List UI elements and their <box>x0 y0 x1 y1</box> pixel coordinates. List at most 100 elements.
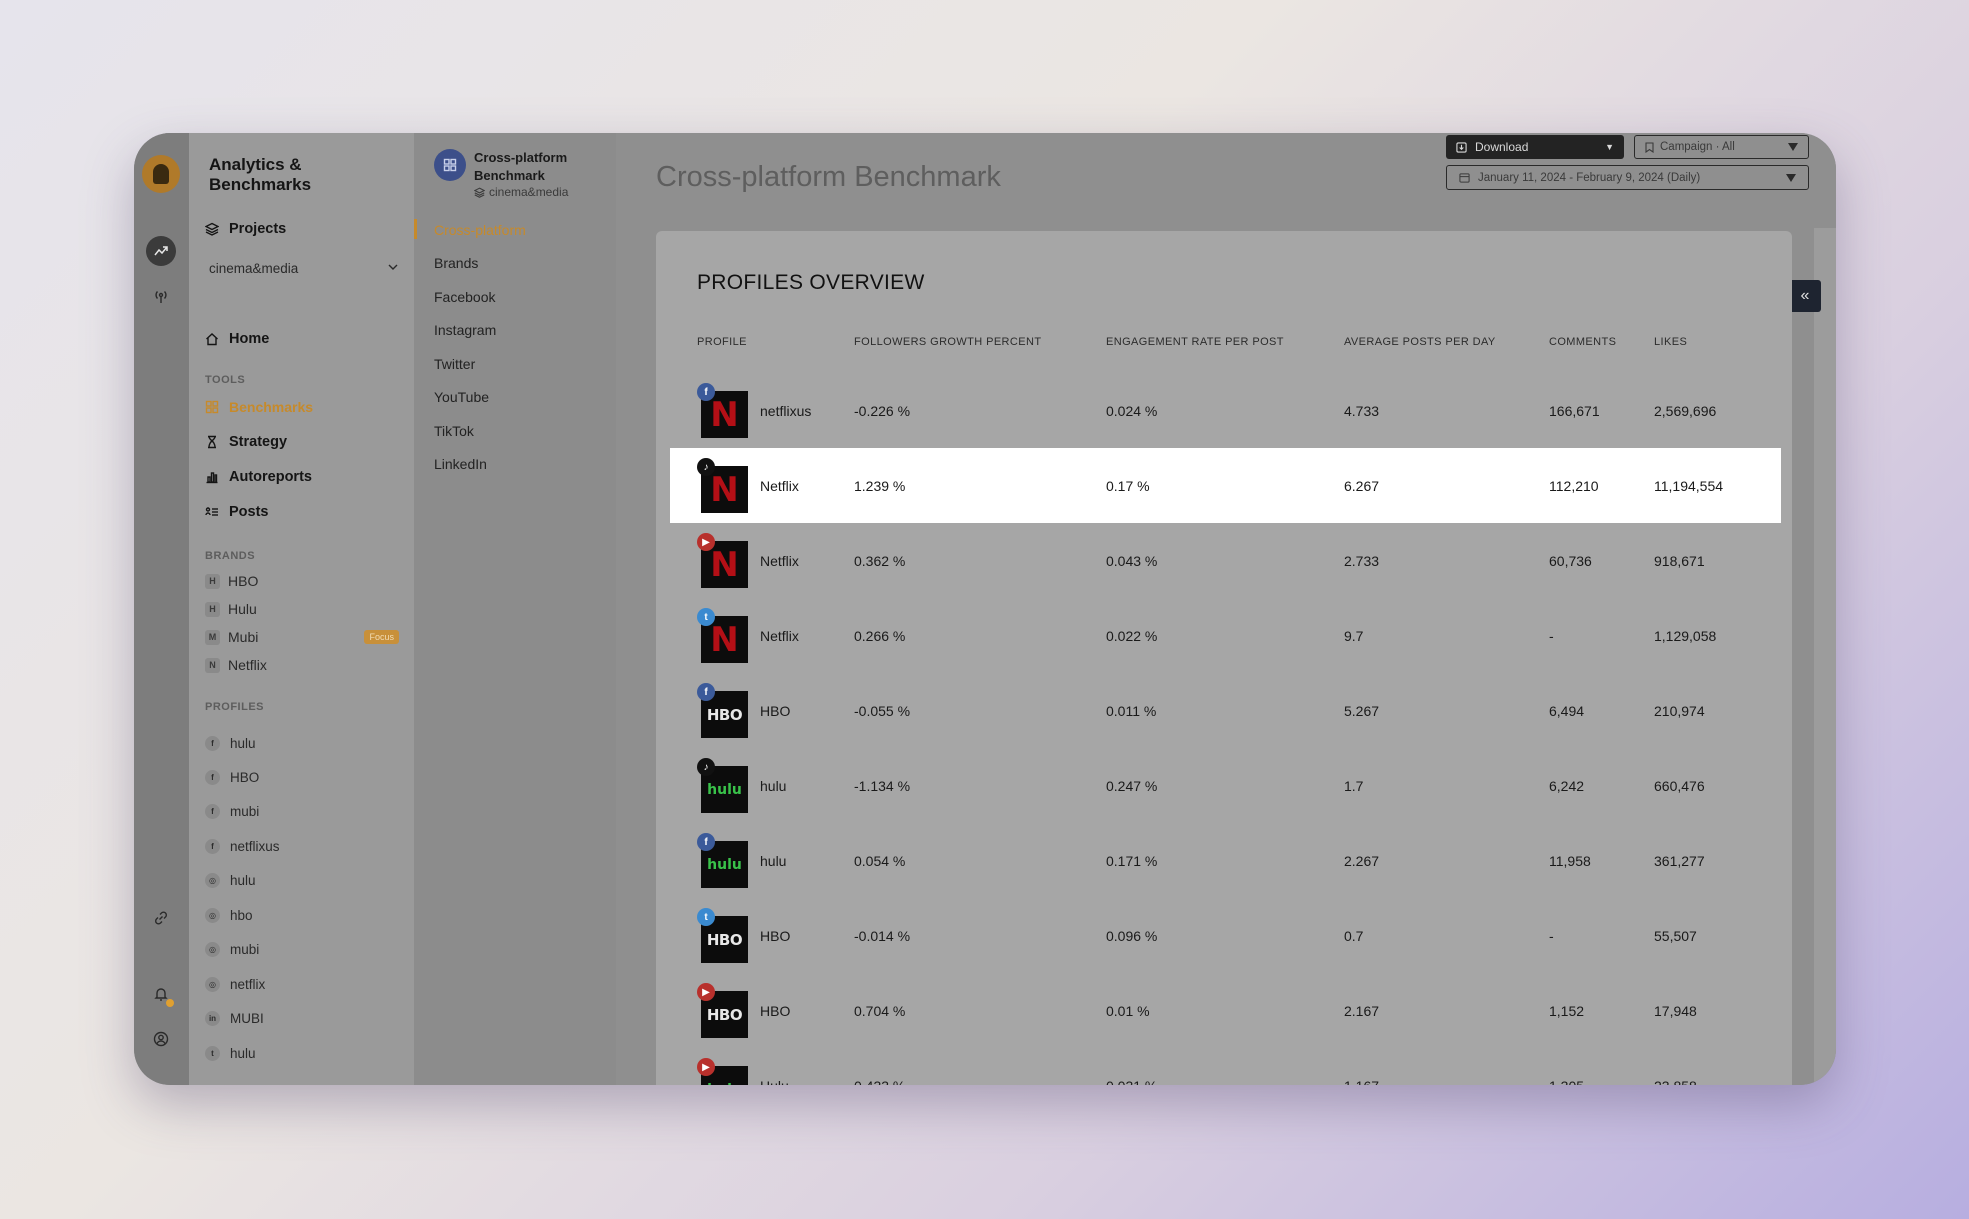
sidebar-item-projects[interactable]: Projects <box>205 221 286 237</box>
profile-name[interactable]: HBO <box>760 973 790 1048</box>
table-row[interactable]: HBO t HBO -0.014 % 0.096 % 0.7 - 55,507 <box>670 898 1781 973</box>
engagement-rate-cell: 0.031 % <box>1106 1048 1157 1086</box>
hulu-logo: hulu <box>707 781 742 798</box>
profile-name[interactable]: hulu <box>760 823 786 898</box>
sidebar-item-strategy[interactable]: Strategy <box>205 434 287 450</box>
sidebar-item-autoreports[interactable]: Autoreports <box>205 469 312 485</box>
sidebar-brand-mubi[interactable]: M Mubi Focus <box>205 629 399 645</box>
tools-section-label: TOOLS <box>205 374 246 386</box>
home-icon <box>206 333 218 346</box>
sidebar-profile[interactable]: ◎ netflix <box>205 977 265 992</box>
sidebar-item-home[interactable]: Home <box>205 331 269 347</box>
instagram-icon: ◎ <box>205 908 220 923</box>
account-icon[interactable] <box>146 1024 176 1054</box>
benchmark-workspace: cinema&media <box>474 185 594 199</box>
sidebar-profile[interactable]: ◎ hbo <box>205 908 253 923</box>
netflix-logo: N <box>710 619 739 660</box>
likes-cell: 23,858 <box>1654 1048 1697 1086</box>
sidebar-profile[interactable]: in MUBI <box>205 1011 264 1026</box>
avg-posts-cell: 9.7 <box>1344 627 1364 644</box>
avg-posts-cell: 2.733 <box>1344 552 1380 569</box>
sidebar-profile[interactable]: f hulu <box>205 736 256 751</box>
table-row[interactable]: HBO ▶ HBO 0.704 % 0.01 % 2.167 1,152 17,948 <box>670 973 1781 1048</box>
scrollbar[interactable] <box>1814 228 1836 1085</box>
netflix-logo: N <box>710 394 739 435</box>
sidebar-item-benchmarks[interactable]: Benchmarks <box>205 399 313 415</box>
analytics-icon[interactable] <box>146 236 176 266</box>
subnav-cross-platform[interactable]: Cross-platform <box>434 222 526 238</box>
profile-name[interactable]: Netflix <box>760 448 799 523</box>
collapse-panel-button[interactable]: « <box>1789 280 1821 312</box>
sidebar-profile[interactable]: t hulu <box>205 1046 256 1061</box>
sidebar-item-posts[interactable]: Posts <box>205 504 269 520</box>
subnav-facebook[interactable]: Facebook <box>434 289 495 305</box>
link-icon[interactable] <box>146 903 176 933</box>
facebook-icon: f <box>697 683 715 701</box>
profile-avatar: hulu f <box>697 833 748 888</box>
broadcast-icon[interactable] <box>146 281 176 311</box>
download-icon <box>1456 141 1467 153</box>
youtube-icon: ▶ <box>697 533 715 551</box>
likes-cell: 11,194,554 <box>1654 477 1724 494</box>
subnav-youtube[interactable]: YouTube <box>434 389 489 405</box>
grid-icon <box>434 149 466 181</box>
table-row[interactable]: N ▶ Netflix 0.362 % 0.043 % 2.733 60,736 918,67… <box>670 523 1781 598</box>
table-row[interactable]: hulu ▶ Hulu 0.433 % 0.031 % 1.167 1,305 23,858 <box>670 1048 1781 1085</box>
column-header[interactable]: AVERAGE POSTS PER DAY <box>1344 336 1496 348</box>
app-logo-icon[interactable] <box>142 155 180 193</box>
profile-name[interactable]: Netflix <box>760 598 799 673</box>
sidebar-profile[interactable]: f mubi <box>205 804 259 819</box>
bookmark-icon <box>1645 141 1654 153</box>
sidebar-profile[interactable]: f HBO <box>205 770 259 785</box>
followers-growth-cell: 0.433 % <box>854 1048 905 1086</box>
comments-cell: - <box>1549 927 1554 944</box>
column-header[interactable]: COMMENTS <box>1549 336 1616 348</box>
workspace-select[interactable]: cinema&media <box>209 261 399 276</box>
table-row[interactable]: hulu ♪ hulu -1.134 % 0.247 % 1.7 6,242 660,476 <box>670 748 1781 823</box>
download-button[interactable]: Download ▼ <box>1446 135 1624 159</box>
hulu-logo: hulu <box>707 856 742 873</box>
profile-name[interactable]: netflixus <box>760 373 811 448</box>
focus-badge: Focus <box>364 630 399 644</box>
profile-name[interactable]: HBO <box>760 898 790 973</box>
tiktok-icon: ♪ <box>697 458 715 476</box>
sidebar-profile[interactable]: ◎ hulu <box>205 873 256 888</box>
table-row[interactable]: Nf netflixus -0.226 % 0.024 % 4.733 166,671 2,… <box>670 373 1781 448</box>
instagram-icon: ◎ <box>205 942 220 957</box>
likes-cell: 17,948 <box>1654 1002 1697 1019</box>
engagement-rate-cell: 0.024 % <box>1106 402 1158 419</box>
sidebar-brand-netflix[interactable]: N Netflix <box>205 657 399 673</box>
instagram-icon: ◎ <box>205 873 220 888</box>
sidebar-profile[interactable]: f netflixus <box>205 839 280 854</box>
subnav-tiktok[interactable]: TikTok <box>434 423 474 439</box>
sidebar: Analytics & Benchmarks Projects cinema&m… <box>189 133 414 1085</box>
table-row[interactable]: Nt Netflix 0.266 % 0.022 % 9.7 - 1,129,058 <box>670 598 1781 673</box>
profile-name[interactable]: hulu <box>760 748 786 823</box>
table-row[interactable]: hulu f hulu 0.054 % 0.171 % 2.267 11,958 361,27… <box>670 823 1781 898</box>
subnav-linkedin[interactable]: LinkedIn <box>434 456 487 472</box>
sidebar-brand-hbo[interactable]: H HBO <box>205 573 399 589</box>
hbo-logo: HBO <box>706 1005 743 1024</box>
subnav-brands[interactable]: Brands <box>434 255 478 271</box>
date-range-picker[interactable]: January 11, 2024 - February 9, 2024 (Dai… <box>1446 165 1809 190</box>
subnav-twitter[interactable]: Twitter <box>434 356 475 372</box>
column-header[interactable]: FOLLOWERS GROWTH PERCENT <box>854 336 1041 348</box>
sidebar-profile[interactable]: ◎ mubi <box>205 942 259 957</box>
profile-name[interactable]: Netflix <box>760 523 799 598</box>
table-row[interactable]: N ♪ Netflix 1.239 % 0.17 % 6.267 112,210 11,194… <box>670 448 1781 523</box>
youtube-icon: ▶ <box>697 1058 715 1076</box>
column-header[interactable]: ENGAGEMENT RATE PER POST <box>1106 336 1284 348</box>
profile-name[interactable]: Hulu <box>760 1048 789 1086</box>
bell-icon[interactable] <box>146 979 176 1009</box>
sidebar-brand-hulu[interactable]: H Hulu <box>205 601 399 617</box>
followers-growth-cell: -1.134 % <box>854 777 911 794</box>
engagement-rate-cell: 0.022 % <box>1106 627 1158 644</box>
comments-cell: 112,210 <box>1549 477 1599 494</box>
table-row[interactable]: HBO f HBO -0.055 % 0.011 % 5.267 6,494 210,974 <box>670 673 1781 748</box>
subnav-instagram[interactable]: Instagram <box>434 322 496 338</box>
campaign-filter[interactable]: Campaign · All <box>1634 135 1809 159</box>
profile-name[interactable]: HBO <box>760 673 790 748</box>
profile-avatar: Nf <box>697 383 748 438</box>
column-header[interactable]: LIKES <box>1654 336 1687 348</box>
column-header[interactable]: PROFILE <box>697 336 747 348</box>
